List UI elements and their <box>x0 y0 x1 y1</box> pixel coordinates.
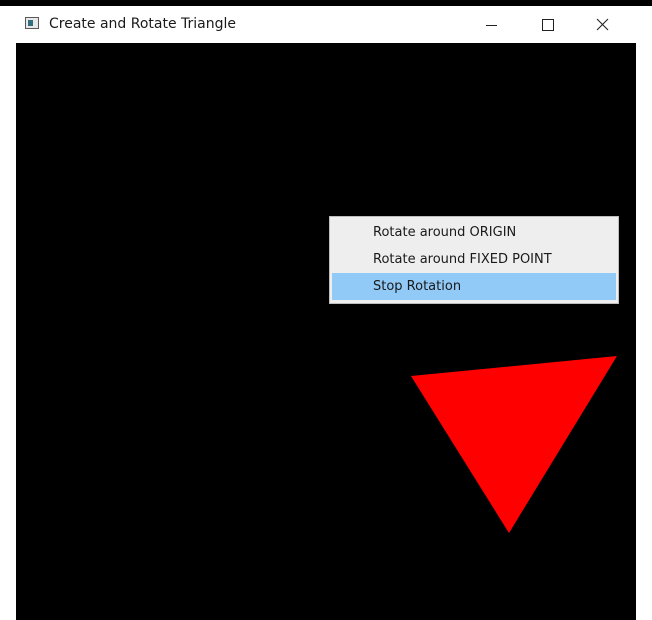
red-triangle <box>411 356 617 533</box>
maximize-button[interactable] <box>524 6 570 43</box>
window-title: Create and Rotate Triangle <box>49 16 237 32</box>
menu-item-label: Stop Rotation <box>373 279 462 294</box>
drawing-canvas[interactable]: Rotate around ORIGIN Rotate around FIXED… <box>16 43 636 620</box>
close-button[interactable] <box>579 6 625 43</box>
title-bar[interactable]: Create and Rotate Triangle <box>16 6 636 43</box>
context-menu: Rotate around ORIGIN Rotate around FIXED… <box>329 216 619 304</box>
minimize-icon <box>486 25 497 26</box>
app-window-icon <box>25 17 39 29</box>
menu-item-rotate-fixed-point[interactable]: Rotate around FIXED POINT <box>332 246 616 273</box>
menu-item-rotate-origin[interactable]: Rotate around ORIGIN <box>332 219 616 246</box>
menu-item-stop-rotation[interactable]: Stop Rotation <box>332 273 616 300</box>
app-window: Create and Rotate Triangle Rotate around… <box>16 6 636 620</box>
close-icon <box>596 18 609 31</box>
menu-item-label: Rotate around ORIGIN <box>373 225 517 240</box>
menu-item-label: Rotate around FIXED POINT <box>373 252 552 267</box>
triangle-layer <box>411 356 617 533</box>
minimize-button[interactable] <box>468 6 514 43</box>
maximize-icon <box>542 19 554 31</box>
